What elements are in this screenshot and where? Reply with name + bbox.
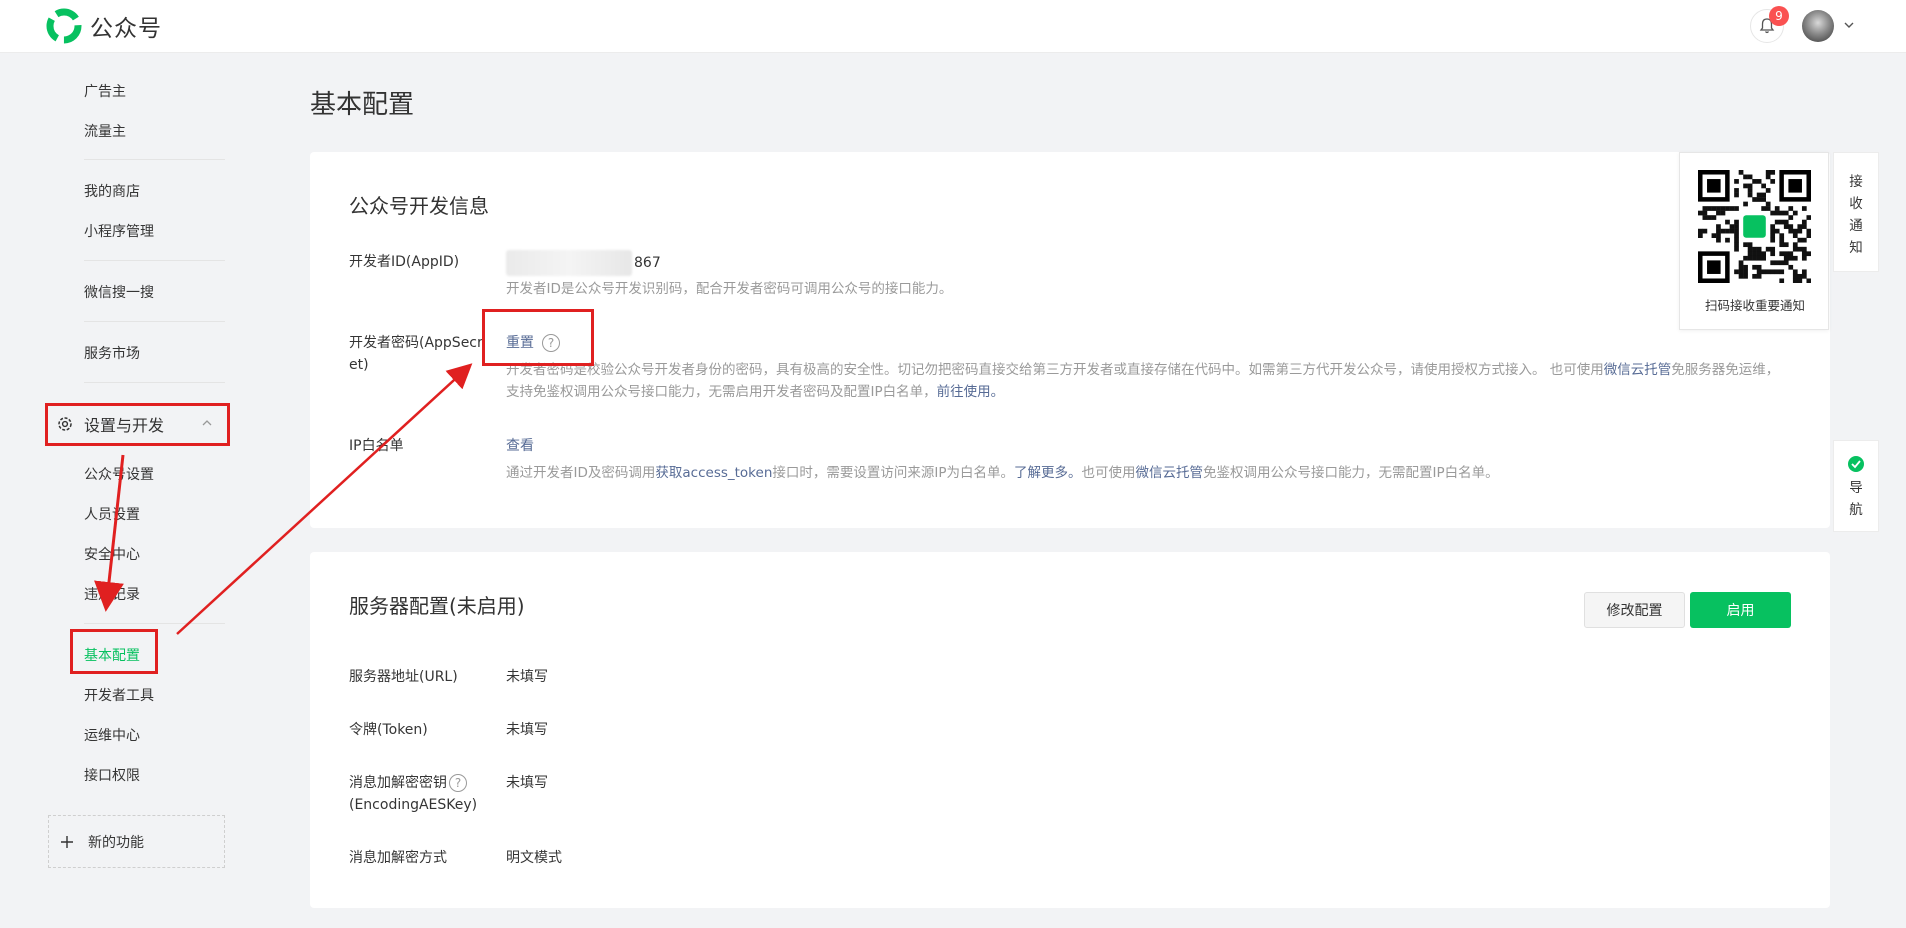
sidebar-section-label: 设置与开发 bbox=[84, 416, 165, 435]
secret-label: 开发者密码(AppSecret) bbox=[349, 335, 483, 373]
sidebar-item-dev-tools[interactable]: 开发者工具 bbox=[84, 685, 154, 705]
sidebar-item-security-center[interactable]: 安全中心 bbox=[84, 544, 140, 564]
secret-actions: 重置? bbox=[506, 332, 560, 352]
sidebar-item-my-store[interactable]: 我的商店 bbox=[84, 181, 140, 201]
qr-caption: 扫码接收重要通知 bbox=[1704, 298, 1805, 313]
view-ip-whitelist-link[interactable]: 查看 bbox=[506, 438, 534, 454]
aes-key-label: 消息加解密密钥? (EncodingAESKey) bbox=[349, 772, 477, 816]
appid-desc: 开发者ID是公众号开发识别码，配合开发者密码可调用公众号的接口能力。 bbox=[506, 281, 953, 297]
sidebar-item-advertiser[interactable]: 广告主 bbox=[84, 81, 126, 101]
secret-desc-text-1: 开发者密码是校验公众号开发者身份的密码，具有极高的安全性。切记勿把密码直接交给第… bbox=[506, 362, 1604, 378]
chevron-down-icon[interactable] bbox=[1842, 18, 1856, 32]
token-label: 令牌(Token) bbox=[349, 722, 428, 738]
cloud-hosting-link-2[interactable]: 微信云托管 bbox=[1136, 465, 1204, 481]
avatar[interactable] bbox=[1802, 10, 1834, 42]
go-use-link[interactable]: 前往使用。 bbox=[937, 384, 1005, 400]
cloud-hosting-link[interactable]: 微信云托管 bbox=[1604, 362, 1672, 378]
sidebar-divider bbox=[84, 623, 225, 624]
sidebar-divider bbox=[84, 382, 225, 383]
qr-code-icon bbox=[1698, 170, 1811, 283]
appid-value: 867 bbox=[506, 250, 661, 276]
encrypt-mode-label: 消息加解密方式 bbox=[349, 850, 447, 866]
learn-more-link[interactable]: 了解更多。 bbox=[1014, 465, 1082, 481]
ip-whitelist-desc: 通过开发者ID及密码调用获取access_token接口时，需要设置访问来源IP… bbox=[506, 462, 1786, 484]
ip-desc-text-3: 也可使用 bbox=[1081, 465, 1136, 481]
navigation-tab[interactable]: 导航 bbox=[1833, 440, 1879, 532]
ip-desc-text-4: 免鉴权调用公众号接口能力，无需配置IP白名单。 bbox=[1203, 465, 1499, 481]
aes-key-value: 未填写 bbox=[506, 775, 548, 791]
sidebar-section-settings-dev[interactable]: 设置与开发 bbox=[48, 404, 226, 444]
sidebar-item-service-market[interactable]: 服务市场 bbox=[84, 343, 140, 363]
receive-notice-tab[interactable]: 接收通知 bbox=[1833, 152, 1879, 272]
sidebar-item-account-settings[interactable]: 公众号设置 bbox=[84, 464, 154, 484]
qr-notify-card: 扫码接收重要通知 bbox=[1679, 152, 1829, 330]
encrypt-mode-value: 明文模式 bbox=[506, 850, 562, 866]
help-icon[interactable]: ? bbox=[542, 334, 560, 352]
sidebar-divider bbox=[84, 260, 225, 261]
aes-key-label-line2: (EncodingAESKey) bbox=[349, 797, 478, 813]
sidebar: 广告主 流量主 我的商店 小程序管理 微信搜一搜 服务市场 设置与开发 公众号设… bbox=[0, 53, 300, 928]
server-config-card: 服务器配置(未启用) 修改配置 启用 服务器地址(URL) 未填写 令牌(Tok… bbox=[310, 552, 1830, 908]
navigation-icon bbox=[1848, 456, 1864, 472]
server-config-title: 服务器配置(未启用) bbox=[349, 594, 525, 618]
logo[interactable]: 公众号 bbox=[46, 8, 162, 44]
wechat-official-logo-icon bbox=[46, 8, 82, 44]
page-title: 基本配置 bbox=[310, 90, 415, 120]
dev-info-title: 公众号开发信息 bbox=[349, 194, 489, 218]
ip-whitelist-actions: 查看 bbox=[506, 435, 534, 455]
sidebar-item-member-settings[interactable]: 人员设置 bbox=[84, 504, 140, 524]
sidebar-divider bbox=[84, 321, 225, 322]
enable-button[interactable]: 启用 bbox=[1690, 592, 1791, 628]
new-features-button[interactable]: 新的功能 bbox=[48, 815, 225, 868]
appid-label: 开发者ID(AppID) bbox=[349, 254, 460, 270]
sidebar-item-ops-center[interactable]: 运维中心 bbox=[84, 725, 140, 745]
new-features-label: 新的功能 bbox=[88, 834, 144, 851]
chevron-up-icon bbox=[202, 420, 212, 426]
token-value: 未填写 bbox=[506, 722, 548, 738]
plus-icon bbox=[61, 835, 73, 848]
reset-secret-link[interactable]: 重置 bbox=[506, 335, 534, 351]
navigation-label: 导航 bbox=[1849, 480, 1863, 518]
masked-value bbox=[506, 250, 632, 276]
secret-desc: 开发者密码是校验公众号开发者身份的密码，具有极高的安全性。切记勿把密码直接交给第… bbox=[506, 359, 1786, 403]
sidebar-item-api-permissions[interactable]: 接口权限 bbox=[84, 765, 140, 785]
sidebar-item-violations[interactable]: 违规记录 bbox=[84, 584, 140, 604]
sidebar-item-wechat-search[interactable]: 微信搜一搜 bbox=[84, 282, 154, 302]
ip-desc-text-1: 通过开发者ID及密码调用 bbox=[506, 465, 656, 481]
sidebar-item-traffic-owner[interactable]: 流量主 bbox=[84, 121, 126, 141]
app-name: 公众号 bbox=[90, 16, 162, 42]
top-bar: 公众号 9 bbox=[0, 0, 1906, 53]
dev-info-card: 公众号开发信息 开发者ID(AppID) 867 开发者ID是公众号开发识别码，… bbox=[310, 152, 1830, 528]
help-icon[interactable]: ? bbox=[449, 774, 467, 792]
gear-icon bbox=[58, 417, 72, 431]
receive-notice-label: 接收通知 bbox=[1849, 174, 1863, 256]
notification-badge: 9 bbox=[1769, 6, 1789, 26]
server-url-value: 未填写 bbox=[506, 669, 548, 685]
sidebar-item-basic-config[interactable]: 基本配置 bbox=[84, 645, 140, 665]
sidebar-item-miniprogram[interactable]: 小程序管理 bbox=[84, 221, 154, 241]
access-token-link[interactable]: 获取access_token bbox=[655, 465, 772, 481]
aes-key-label-line1: 消息加解密密钥 bbox=[349, 775, 447, 791]
server-url-label: 服务器地址(URL) bbox=[349, 669, 458, 685]
ip-whitelist-label: IP白名单 bbox=[349, 438, 404, 454]
sidebar-divider bbox=[84, 159, 225, 160]
appid-suffix: 867 bbox=[634, 255, 661, 271]
modify-config-button[interactable]: 修改配置 bbox=[1584, 592, 1685, 628]
ip-desc-text-2: 接口时，需要设置访问来源IP为白名单。 bbox=[772, 465, 1015, 481]
